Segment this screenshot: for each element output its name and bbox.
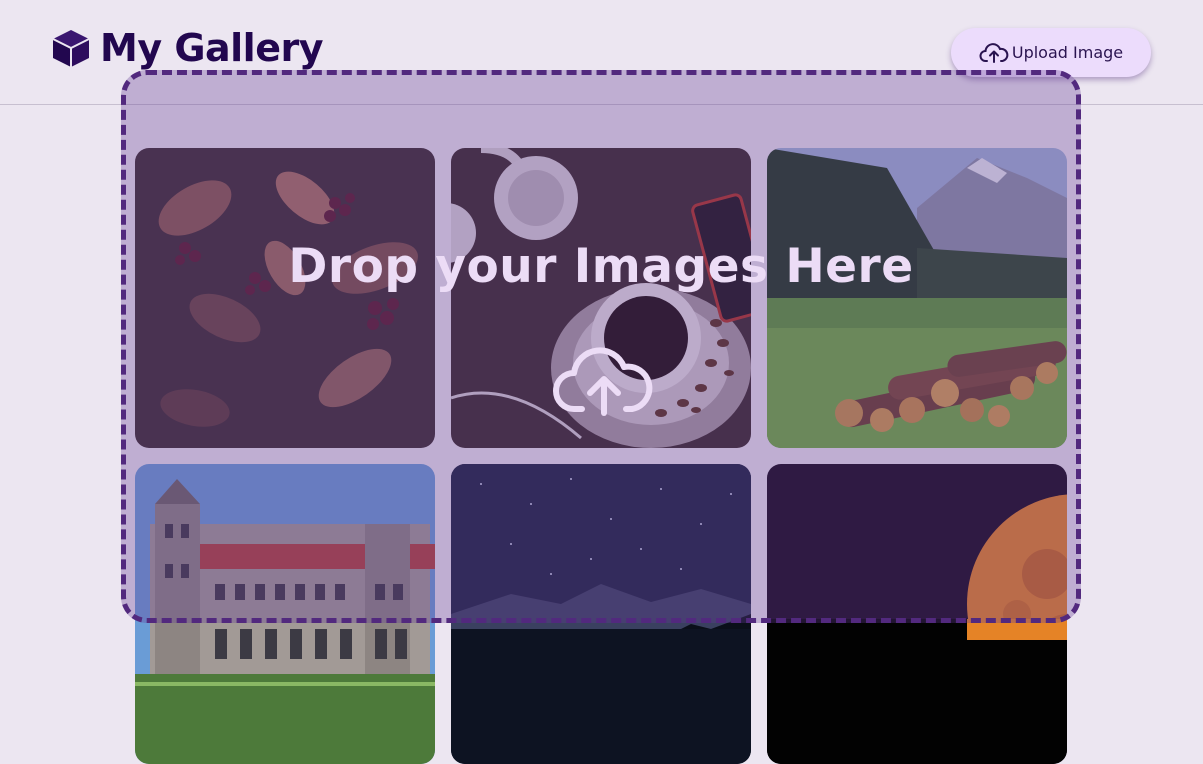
dropzone-title: Drop your Images Here	[288, 239, 914, 294]
cloud-upload-icon	[553, 347, 653, 416]
dropzone-overlay[interactable]: Drop your Images Here	[121, 70, 1081, 623]
brand: My Gallery	[50, 26, 323, 70]
page-title: My Gallery	[100, 26, 323, 70]
cloud-upload-icon	[979, 42, 1009, 63]
cube-icon	[52, 30, 90, 67]
upload-button-label: Upload Image	[1011, 43, 1124, 62]
